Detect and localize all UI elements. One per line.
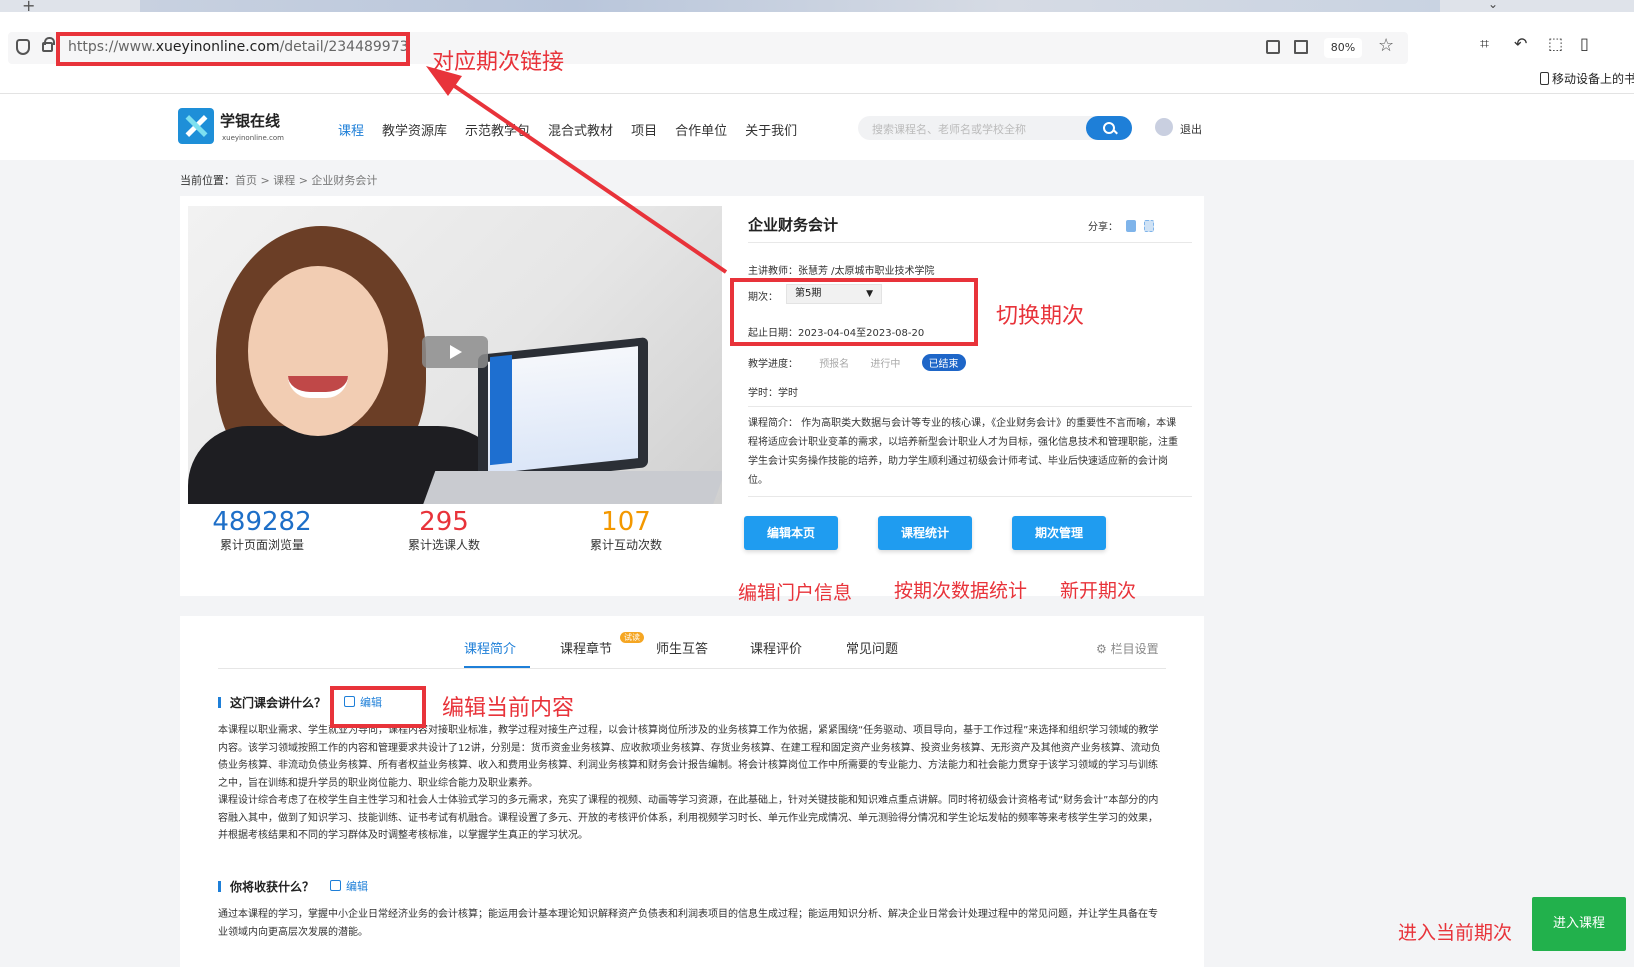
annotation-arrow-head <box>426 66 462 96</box>
annotation-arrow <box>426 66 728 274</box>
annotation-arrow-line <box>432 70 728 274</box>
